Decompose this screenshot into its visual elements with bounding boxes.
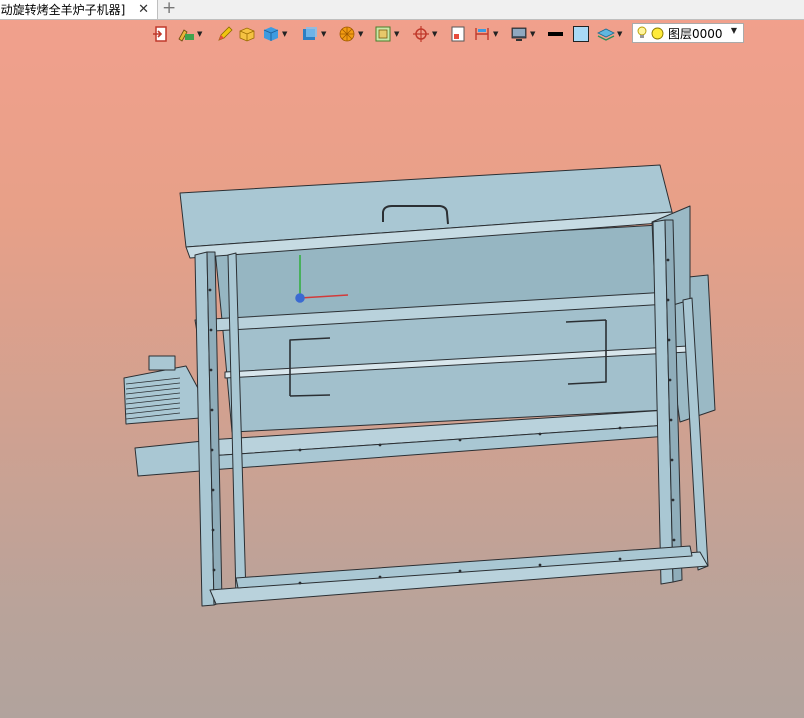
document-tab-title: [动旋转烤全羊炉子机器] xyxy=(0,3,126,17)
3d-viewport[interactable] xyxy=(0,20,804,718)
close-tab-icon[interactable]: ✕ xyxy=(138,1,149,18)
tab-bar: [动旋转烤全羊炉子机器] ✕ + xyxy=(0,0,804,20)
document-tab[interactable]: [动旋转烤全羊炉子机器] ✕ xyxy=(0,0,158,19)
new-tab-icon[interactable]: + xyxy=(162,0,176,18)
roaster-machine-model xyxy=(123,164,716,607)
